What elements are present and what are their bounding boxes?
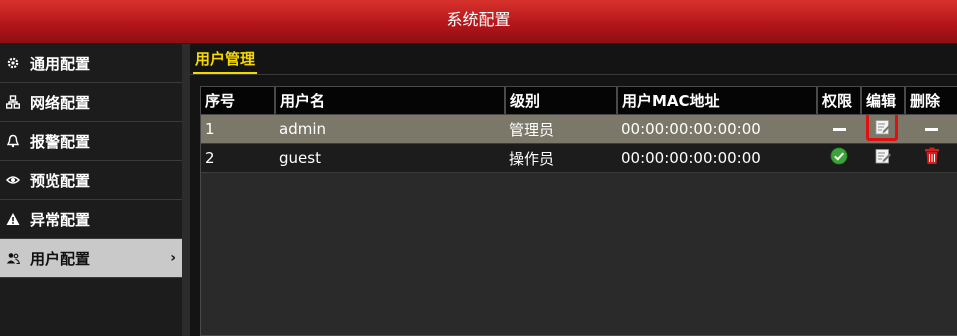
eye-icon — [6, 173, 20, 187]
edit-button[interactable] — [875, 148, 892, 168]
trash-icon — [924, 147, 939, 164]
delete-button[interactable] — [924, 147, 940, 169]
sidebar-item-label: 异常配置 — [30, 210, 91, 229]
panel-divider — [182, 44, 190, 336]
alarm-icon — [6, 134, 20, 148]
cell-permission — [817, 143, 861, 173]
sidebar-item-label: 网络配置 — [30, 93, 91, 112]
sidebar-item-label: 通用配置 — [30, 54, 91, 73]
window-title: 系统配置 — [446, 10, 511, 29]
cell-level: 操作员 — [505, 143, 617, 173]
sidebar-item-users[interactable]: 用户配置 › — [0, 239, 182, 278]
main-content: 用户管理 序号 用户名 级别 用户MAC地址 权限 编辑 删除 1 admin … — [190, 44, 957, 336]
cell-delete — [905, 114, 957, 144]
gear-icon — [6, 56, 20, 70]
sidebar-item-preview[interactable]: 预览配置 — [0, 161, 182, 200]
header-delete: 删除 — [905, 87, 957, 115]
table-row[interactable]: 1 admin 管理员 00:00:00:00:00:00 — [201, 114, 957, 144]
cell-edit — [861, 114, 905, 144]
highlight-box — [865, 114, 898, 141]
cell-index: 1 — [201, 114, 275, 144]
header-level: 级别 — [505, 87, 618, 115]
cell-mac: 00:00:00:00:00:00 — [617, 143, 817, 173]
header-index: 序号 — [201, 87, 276, 115]
cell-permission — [817, 114, 861, 144]
edit-button[interactable] — [865, 114, 898, 141]
cell-mac: 00:00:00:00:00:00 — [617, 114, 817, 144]
tab-user-management[interactable]: 用户管理 — [193, 48, 258, 74]
table-row[interactable]: 2 guest 操作员 00:00:00:00:00:00 — [201, 143, 957, 173]
sidebar-item-label: 用户配置 — [30, 249, 91, 268]
title-bar: 系统配置 — [0, 0, 957, 44]
header-permission: 权限 — [817, 87, 862, 115]
cell-level: 管理员 — [505, 114, 617, 144]
sidebar: 通用配置 网络配置 报警配置 预览配置 异常配置 用户配置 › — [0, 44, 182, 336]
user-table: 序号 用户名 级别 用户MAC地址 权限 编辑 删除 1 admin 管理员 0… — [201, 87, 957, 173]
cell-edit — [861, 143, 905, 173]
header-mac: 用户MAC地址 — [617, 87, 818, 115]
dash-icon — [832, 128, 846, 131]
sidebar-item-label: 报警配置 — [30, 132, 91, 151]
check-icon — [830, 147, 848, 165]
cell-index: 2 — [201, 143, 275, 173]
chevron-right-icon: › — [170, 250, 176, 266]
sidebar-item-alarm[interactable]: 报警配置 — [0, 122, 182, 161]
permission-button[interactable] — [830, 147, 848, 169]
cell-username: guest — [275, 143, 505, 173]
cell-username: admin — [275, 114, 505, 144]
cell-delete — [905, 143, 957, 173]
users-icon — [6, 251, 20, 265]
sidebar-item-general[interactable]: 通用配置 — [0, 44, 182, 83]
dash-icon — [925, 128, 938, 131]
sidebar-item-exception[interactable]: 异常配置 — [0, 200, 182, 239]
tab-bar: 用户管理 — [190, 44, 957, 75]
network-icon — [6, 95, 20, 109]
header-edit: 编辑 — [861, 87, 906, 115]
warning-icon — [6, 212, 20, 226]
table-header-row: 序号 用户名 级别 用户MAC地址 权限 编辑 删除 — [201, 87, 957, 115]
sidebar-item-label: 预览配置 — [30, 171, 91, 190]
edit-icon — [875, 149, 891, 164]
header-username: 用户名 — [275, 87, 506, 115]
sidebar-item-network[interactable]: 网络配置 — [0, 83, 182, 122]
user-table-container: 序号 用户名 级别 用户MAC地址 权限 编辑 删除 1 admin 管理员 0… — [200, 86, 957, 336]
